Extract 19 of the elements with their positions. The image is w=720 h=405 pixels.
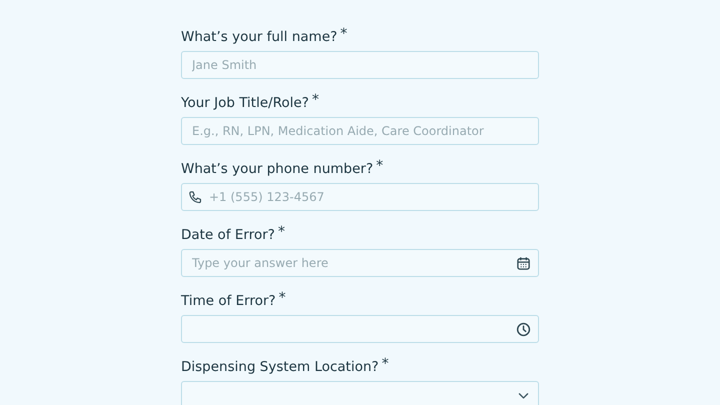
required-mark: *	[278, 291, 286, 305]
clock-icon	[516, 322, 531, 336]
input-field[interactable]: +1 (555) 123-4567	[181, 183, 539, 211]
field-label: Date of Error?	[181, 226, 275, 245]
required-mark: *	[278, 225, 285, 239]
field-label: Dispensing System Location?	[181, 358, 379, 377]
field-label: Time of Error?	[181, 292, 276, 311]
field-label: What’s your full name?	[181, 28, 338, 47]
input-field[interactable]	[181, 315, 539, 343]
required-mark: *	[382, 357, 389, 371]
required-mark: *	[376, 159, 384, 173]
input-field[interactable]: E.g., RN, LPN, Medication Aide, Care Coordinator	[181, 117, 539, 145]
calendar-icon	[516, 256, 531, 270]
dropdown-field[interactable]	[181, 381, 539, 405]
input-field[interactable]: Type your answer here	[181, 249, 539, 277]
required-mark: *	[312, 93, 319, 107]
field-label: What’s your phone number?	[181, 160, 374, 179]
field-label: Your Job Title/Role?	[181, 94, 309, 113]
required-mark: *	[340, 27, 348, 41]
